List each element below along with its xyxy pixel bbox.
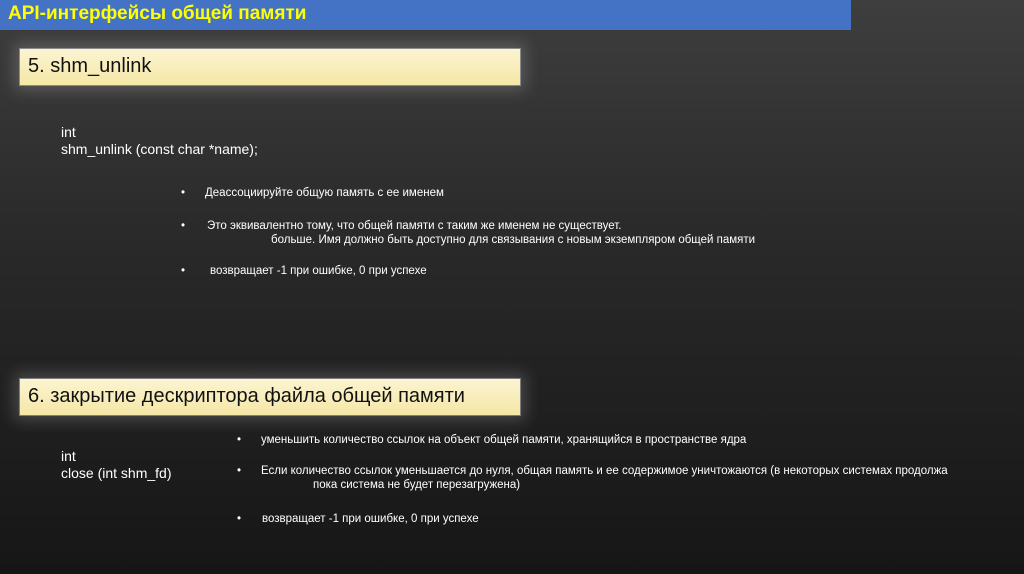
bullet-text: возвращает -1 при ошибке, 0 при успехе: [262, 513, 479, 525]
bullet-icon: •: [237, 513, 242, 525]
bullet-text: Деассоциируйте общую память с ее именем: [205, 187, 444, 199]
section-heading-text: 6. закрытие дескриптора файла общей памя…: [28, 385, 465, 407]
bullet-text: Если количество ссылок уменьшается до ну…: [261, 465, 948, 477]
section-heading-shm-unlink: 5. shm_unlink: [20, 49, 520, 85]
bullet-icon: •: [181, 220, 186, 232]
code-signature-shm-unlink: int shm_unlink (const char *name);: [61, 124, 258, 158]
bullet-icon: •: [237, 465, 242, 477]
section-heading-text: 5. shm_unlink: [28, 55, 152, 77]
code-return-type: int: [61, 124, 76, 140]
bullet-text: Это эквивалентно тому, что общей памяти …: [207, 220, 622, 232]
section-heading-close-descriptor: 6. закрытие дескриптора файла общей памя…: [20, 379, 520, 415]
code-return-type: int: [61, 448, 76, 464]
bullet-icon: •: [237, 434, 242, 446]
code-signature-close: int close (int shm_fd): [61, 448, 171, 482]
bullet-text-continued: пока система не будет перезагружена): [313, 479, 521, 491]
slide-title: API-интерфейсы общей памяти: [8, 3, 307, 24]
code-function: close (int shm_fd): [61, 465, 172, 481]
bullet-text: возвращает -1 при ошибке, 0 при успехе: [210, 265, 427, 277]
slide-title-bar: API-интерфейсы общей памяти: [0, 0, 851, 30]
bullet-icon: •: [181, 265, 186, 277]
code-function: shm_unlink (const char *name);: [61, 141, 258, 157]
bullet-icon: •: [181, 187, 186, 199]
bullet-text: уменьшить количество ссылок на объект об…: [261, 434, 747, 446]
bullet-text-continued: больше. Имя должно быть доступно для свя…: [271, 234, 756, 246]
bullet-item: • Если количество ссылок уменьшается до …: [237, 464, 1024, 498]
